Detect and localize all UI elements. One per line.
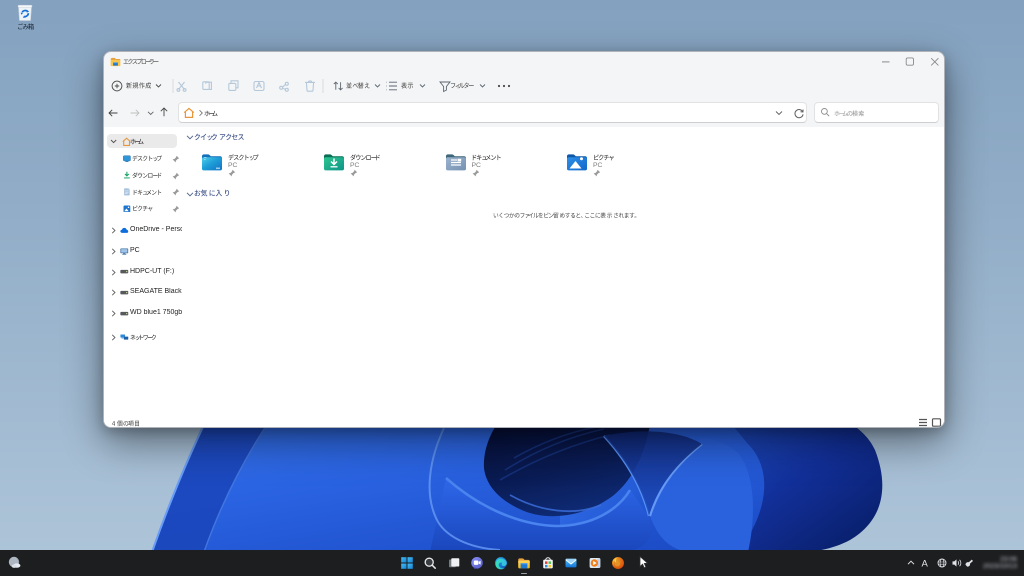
- svg-text:A: A: [922, 559, 929, 570]
